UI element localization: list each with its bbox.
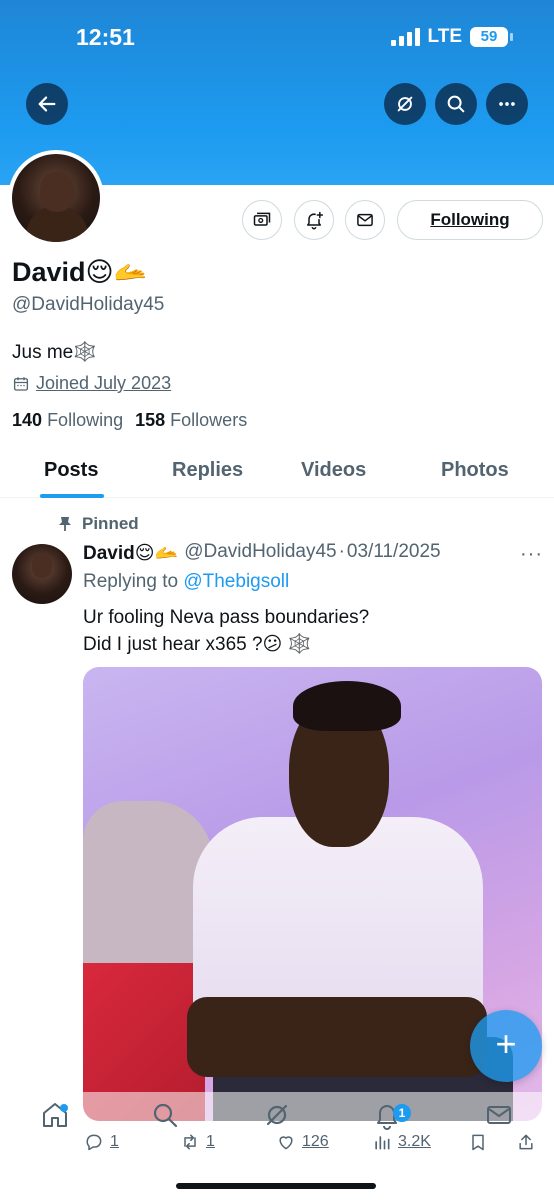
profile-avatar[interactable]	[8, 150, 104, 246]
arrow-left-icon	[38, 96, 56, 112]
status-time: 12:51	[76, 24, 135, 50]
views-icon	[375, 1136, 390, 1150]
repost-icon	[184, 1134, 196, 1150]
back-button[interactable]	[26, 83, 68, 125]
post-author-name[interactable]: David😌🫴	[83, 541, 178, 565]
bell-plus-icon	[307, 211, 324, 230]
pinned-text: Pinned	[82, 514, 139, 533]
post-actions: 1 1 126 3.2K	[0, 1126, 554, 1162]
heart-icon	[279, 1136, 293, 1150]
profile-stats: 140 Following 158 Followers	[12, 410, 247, 431]
tab-photos[interactable]: Photos	[441, 459, 509, 482]
search-button[interactable]	[435, 83, 477, 125]
replying-to: Replying to @Thebigsoll	[83, 571, 289, 593]
post-more-icon[interactable]: ···	[520, 543, 543, 566]
reply-count: 1	[110, 1133, 119, 1150]
profile-handle: @DavidHoliday45	[12, 294, 165, 315]
following-stat[interactable]: 140 Following	[12, 410, 123, 431]
calendar-icon	[13, 376, 29, 391]
following-label: Following	[47, 410, 124, 430]
followers-count: 158	[135, 410, 166, 430]
following-button[interactable]: Following	[397, 200, 543, 240]
more-options-button[interactable]	[486, 83, 528, 125]
post-text-line-1: Ur fooling Neva pass boundaries?	[83, 607, 370, 628]
compose-post-button[interactable]: +	[470, 1010, 542, 1082]
bookmark-action[interactable]	[468, 1132, 488, 1152]
home-new-dot	[60, 1104, 68, 1112]
post-separator: ·	[338, 541, 345, 562]
tab-posts[interactable]: Posts	[44, 459, 98, 482]
post-text-line-2: Did I just hear x365 ?😕 🕸️	[83, 634, 312, 655]
post-header: David😌🫴 @DavidHoliday45 · 03/11/2025	[83, 541, 441, 565]
followers-stat[interactable]: 158 Followers	[135, 410, 247, 431]
like-count: 126	[302, 1133, 329, 1150]
profile-joined: Joined July 2023	[12, 373, 171, 394]
envelope-icon	[357, 213, 373, 227]
profile-tabs: Posts Replies Videos Photos	[0, 446, 554, 498]
repost-count: 1	[206, 1133, 215, 1150]
grok-icon	[397, 96, 413, 112]
replying-prefix: Replying to	[83, 571, 179, 592]
followers-label: Followers	[170, 410, 248, 430]
bookmark-icon	[472, 1134, 484, 1151]
network-type: LTE	[427, 26, 462, 47]
ellipsis-icon	[499, 102, 515, 106]
cellular-signal-icon	[390, 28, 420, 46]
share-action[interactable]	[516, 1132, 536, 1152]
active-tab-indicator	[40, 494, 104, 498]
money-icon	[253, 212, 271, 226]
notification-badge: 1	[393, 1104, 411, 1122]
profile-name: David😌🫴	[12, 257, 148, 287]
like-action[interactable]: 126	[276, 1132, 329, 1152]
view-count: 3.2K	[398, 1133, 431, 1150]
reply-icon	[86, 1134, 102, 1151]
following-count: 140	[12, 410, 43, 430]
share-icon	[519, 1134, 533, 1150]
post-author-avatar[interactable]	[12, 544, 72, 604]
notify-button[interactable]	[294, 200, 334, 240]
reply-action[interactable]: 1	[84, 1132, 119, 1152]
post-text: Ur fooling Neva pass boundaries? Did I j…	[83, 604, 369, 658]
tab-replies[interactable]: Replies	[172, 459, 243, 482]
replying-to-link[interactable]: @Thebigsoll	[183, 571, 289, 592]
home-indicator	[176, 1183, 376, 1189]
search-icon	[447, 95, 465, 113]
views-action[interactable]: 3.2K	[372, 1132, 431, 1152]
grok-button[interactable]	[384, 83, 426, 125]
subscribe-button[interactable]	[242, 200, 282, 240]
pinned-label: Pinned	[58, 514, 139, 534]
post-date[interactable]: 03/11/2025	[347, 541, 441, 565]
battery-icon: 59	[470, 27, 513, 47]
repost-action[interactable]: 1	[180, 1132, 215, 1152]
message-button[interactable]	[345, 200, 385, 240]
status-indicators: LTE 59	[390, 26, 513, 48]
tab-videos[interactable]: Videos	[301, 459, 366, 482]
post-author-handle[interactable]: @DavidHoliday45	[184, 541, 336, 565]
joined-date: Joined July 2023	[36, 373, 172, 393]
pin-icon	[59, 517, 71, 531]
profile-bio: Jus me🕸️	[12, 342, 97, 363]
